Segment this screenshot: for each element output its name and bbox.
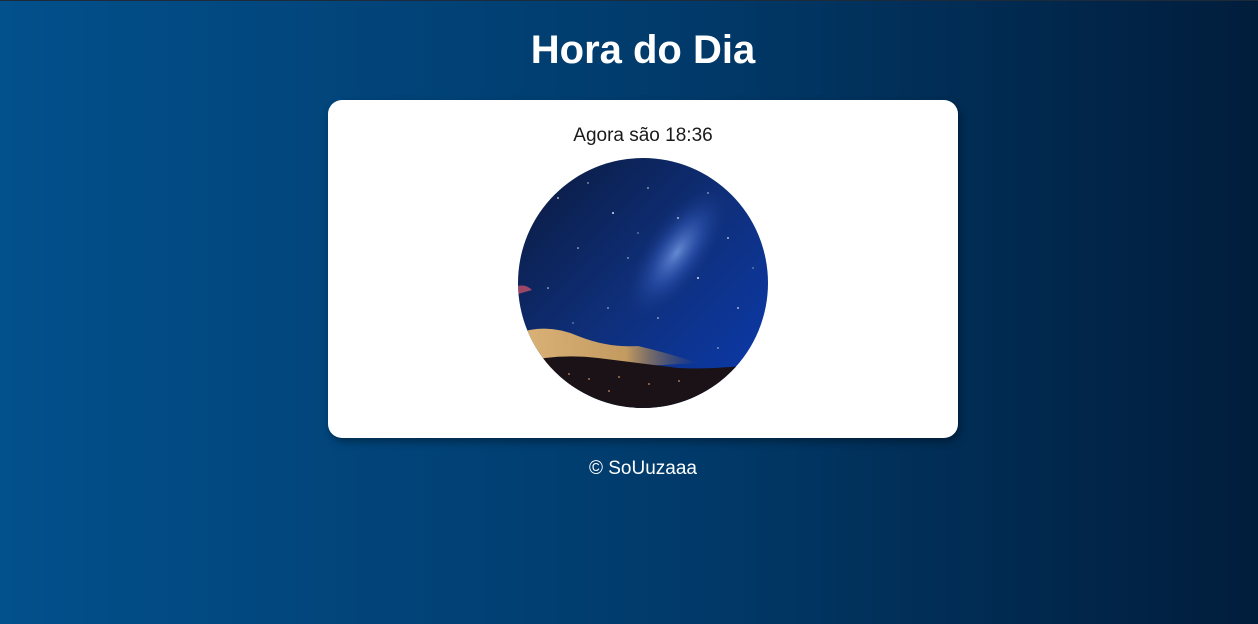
page-title: Hora do Dia	[530, 28, 756, 72]
time-message: Agora são 18:36	[573, 125, 713, 146]
footer-credit: © SoUuzaaa	[588, 458, 697, 479]
night-sky-image	[518, 158, 768, 408]
top-border	[0, 0, 1258, 1]
time-card: Agora são 18:36	[328, 100, 958, 438]
